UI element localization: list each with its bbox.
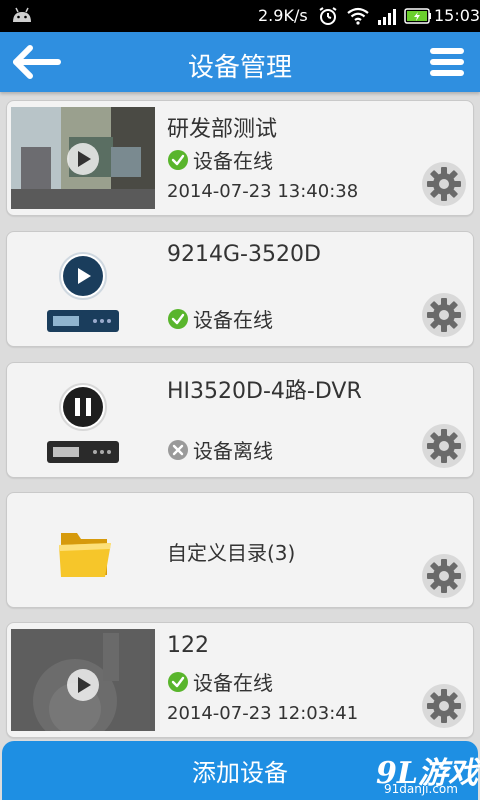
online-check-icon (168, 308, 188, 329)
device-status: 设备在线 (167, 304, 273, 333)
folder-thumbnail[interactable] (11, 499, 155, 601)
folder-card[interactable]: 自定义目录(3) (6, 492, 474, 608)
clock: 15:03 (434, 6, 480, 25)
device-status: 设备在线 (167, 145, 273, 174)
camera-snapshot-image (11, 107, 155, 209)
gear-icon[interactable] (421, 423, 467, 469)
device-status: 设备离线 (167, 435, 273, 464)
wifi-icon (347, 7, 369, 25)
device-thumbnail[interactable] (11, 369, 155, 471)
online-check-icon (168, 149, 188, 170)
app-header: 设备管理 (0, 32, 480, 92)
device-status: 设备在线 (167, 667, 273, 696)
battery-icon (404, 8, 431, 24)
device-status-label: 设备在线 (193, 149, 273, 173)
device-status-label: 设备在线 (193, 671, 273, 695)
device-card[interactable]: 研发部测试 设备在线 2014-07-23 13:40:38 (6, 100, 474, 216)
folder-icon (59, 533, 111, 577)
signal-icon (378, 9, 396, 25)
android-icon (13, 7, 31, 22)
folder-name: 自定义目录(3) (167, 541, 296, 565)
watermark-url: 91danji.com (384, 782, 458, 796)
device-card[interactable]: HI3520D-4路-DVR 设备离线 (6, 362, 474, 478)
menu-icon[interactable] (430, 47, 464, 77)
device-thumbnail[interactable] (11, 107, 155, 209)
device-name: 122 (167, 633, 209, 658)
device-name: 研发部测试 (167, 117, 278, 142)
gear-icon[interactable] (421, 161, 467, 207)
alarm-icon (319, 7, 337, 25)
device-name: HI3520D-4路-DVR (167, 379, 362, 404)
device-thumbnail[interactable] (11, 629, 155, 731)
device-last-time: 2014-07-23 12:03:41 (167, 703, 359, 724)
add-device-label: 添加设备 (192, 759, 288, 787)
camera-placeholder-image (11, 629, 155, 731)
offline-x-icon (168, 439, 188, 460)
device-status-label: 设备离线 (193, 439, 273, 463)
device-card[interactable]: 122 设备在线 2014-07-23 12:03:41 (6, 622, 474, 738)
dvr-play-icon (47, 252, 119, 332)
gear-icon[interactable] (421, 553, 467, 599)
gear-icon[interactable] (421, 292, 467, 338)
device-card[interactable]: 9214G-3520D 设备在线 (6, 231, 474, 347)
network-speed: 2.9K/s (258, 6, 308, 25)
online-check-icon (168, 671, 188, 692)
device-thumbnail[interactable] (11, 238, 155, 340)
status-bar: 2.9K/s 15:03 (0, 0, 480, 32)
device-name: 9214G-3520D (167, 242, 321, 267)
watermark: 9L游戏 91danji.com (370, 748, 480, 800)
gear-icon[interactable] (421, 683, 467, 729)
device-last-time: 2014-07-23 13:40:38 (167, 181, 359, 202)
dvr-pause-icon (47, 383, 119, 463)
page-title: 设备管理 (187, 53, 292, 83)
device-status-label: 设备在线 (193, 308, 273, 332)
